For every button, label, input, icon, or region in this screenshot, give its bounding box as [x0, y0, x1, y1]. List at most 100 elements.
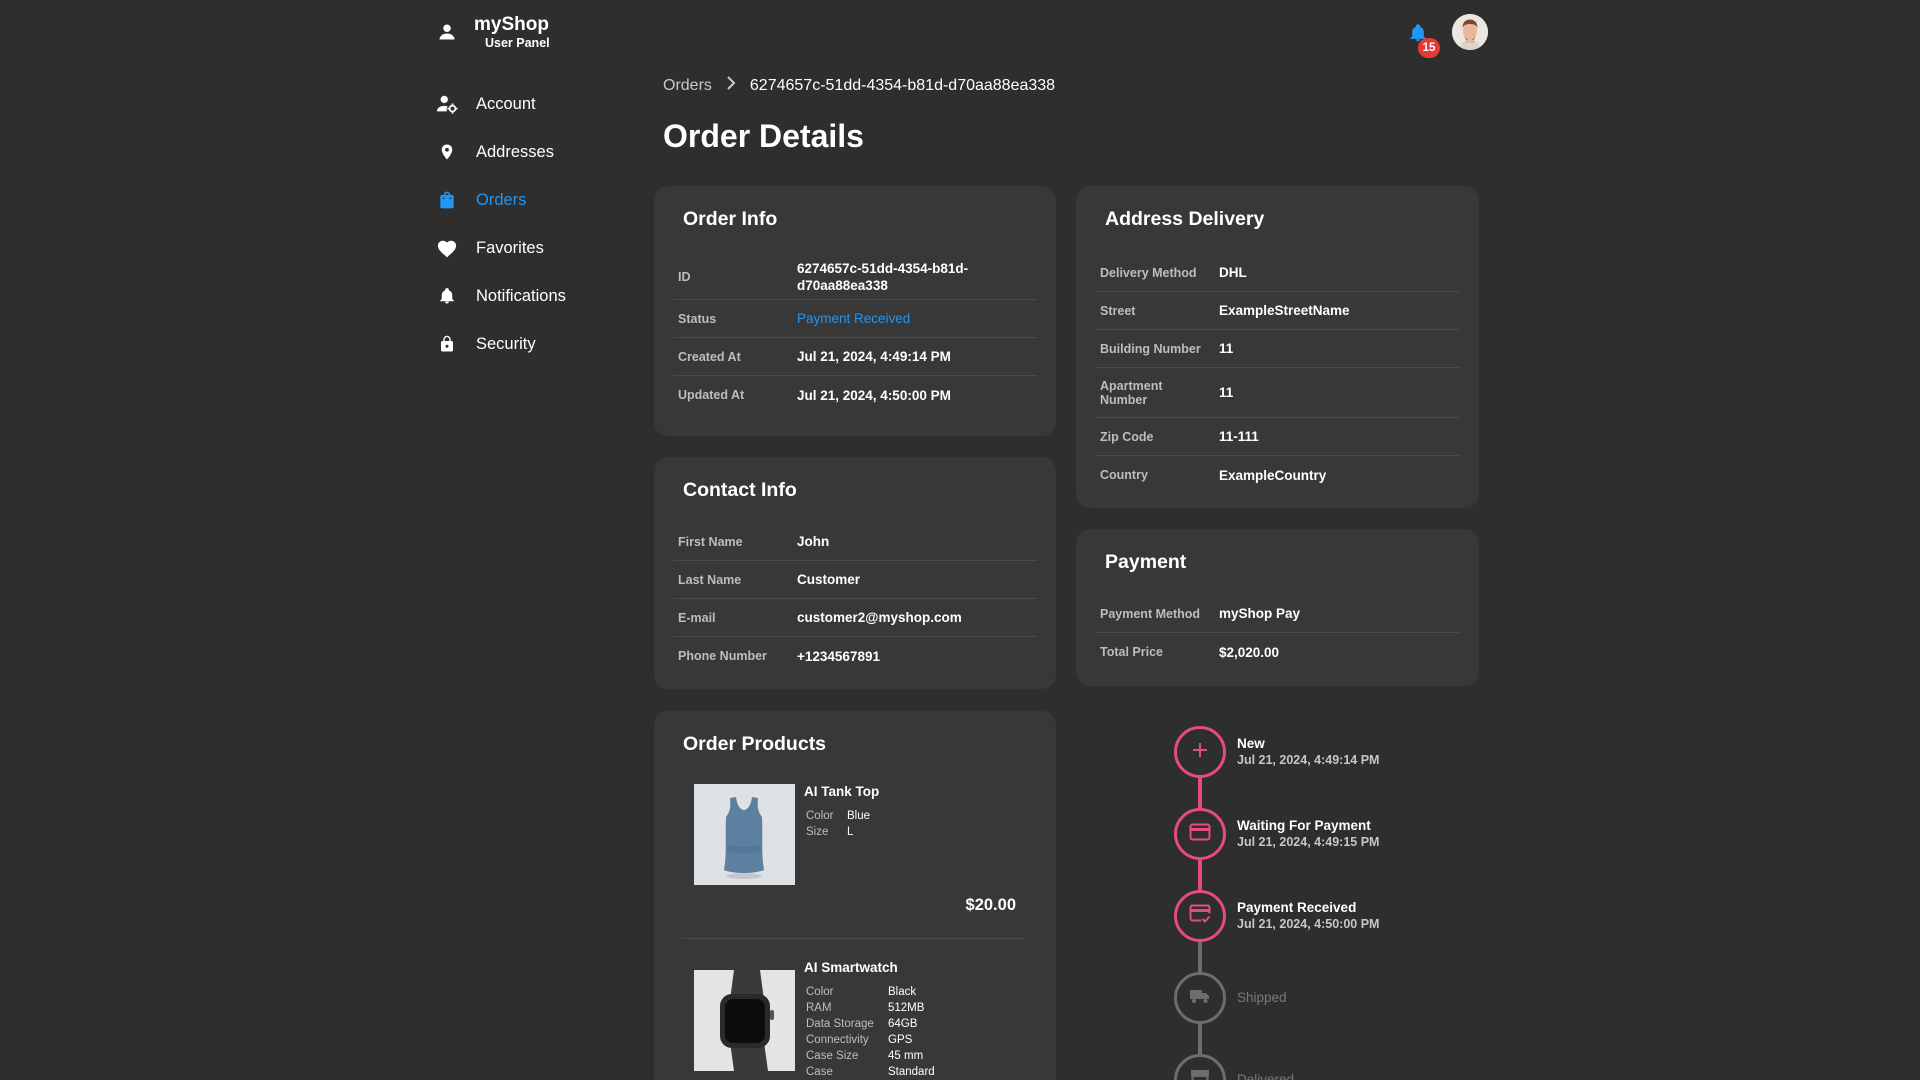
table-row: Street ExampleStreetName — [1095, 292, 1460, 330]
attribute-value: L — [847, 826, 854, 838]
phone-value: +1234567891 — [797, 648, 880, 664]
attribute-label: Size — [806, 826, 829, 838]
attribute-value: Blue — [847, 810, 871, 822]
bell-icon — [436, 285, 458, 307]
sidebar-item-favorites[interactable]: Favorites — [436, 224, 656, 272]
attribute-value: Standard — [888, 1066, 935, 1078]
apartment-number-value: 11 — [1219, 385, 1234, 400]
order-products-card: Order Products AI Tank Top Color Blue Siz… — [654, 711, 1056, 1080]
product-item[interactable]: AI Smartwatch Color Black RAM 512MB Data S… — [682, 960, 1026, 1080]
page-title: Order Details — [663, 118, 864, 154]
table-row: E-mail customer2@myshop.com — [673, 599, 1037, 637]
sidebar-item-account[interactable]: Account — [436, 80, 656, 128]
card-title: Address Delivery — [1105, 208, 1265, 230]
heart-icon — [436, 237, 458, 259]
breadcrumb: Orders 6274657c-51dd-4354-b81d-d70aa88ea… — [663, 76, 1055, 95]
brand-name: myShop — [474, 14, 549, 35]
attribute-value: 512MB — [888, 1002, 925, 1014]
timeline-step-marker — [1174, 808, 1226, 860]
timeline-connector — [1198, 1024, 1202, 1054]
field-label: Country — [1100, 468, 1148, 482]
lock-icon — [436, 333, 458, 355]
timeline-step-label: New — [1237, 736, 1265, 751]
notifications-button[interactable]: 15 — [1406, 20, 1440, 58]
field-label: Total Price — [1100, 645, 1163, 659]
timeline-step-waiting-for-payment: Waiting For Payment Jul 21, 2024, 4:49:1… — [1174, 808, 1474, 860]
table-row: Last Name Customer — [673, 561, 1037, 599]
truck-icon — [1189, 988, 1211, 1009]
field-label: Delivery Method — [1100, 265, 1197, 280]
contact-info-table: First Name John Last Name Customer E-mai… — [673, 523, 1037, 675]
product-name[interactable]: AI Tank Top — [804, 784, 879, 799]
sidebar-item-security[interactable]: Security — [436, 320, 656, 368]
product-image[interactable] — [694, 784, 795, 885]
attribute-row: Connectivity GPS — [806, 1032, 935, 1048]
timeline-step-payment-received: Payment Received Jul 21, 2024, 4:50:00 P… — [1174, 890, 1474, 942]
address-delivery-table: Delivery Method DHL Street ExampleStreet… — [1095, 254, 1460, 494]
table-row: First Name John — [673, 523, 1037, 561]
sidebar-item-label: Orders — [476, 190, 527, 209]
timeline-step-label: Delivered — [1237, 1072, 1295, 1080]
attribute-row: Size L — [806, 824, 870, 840]
divider — [682, 938, 1026, 939]
field-label: ID — [678, 269, 691, 284]
attribute-label: Case — [806, 1066, 833, 1078]
breadcrumb-orders-link[interactable]: Orders — [663, 77, 712, 95]
shopping-bag-icon — [436, 189, 458, 211]
timeline-connector — [1198, 860, 1202, 890]
attribute-value: Black — [888, 986, 917, 998]
payment-card: Payment Payment Method myShop Pay Total … — [1076, 529, 1479, 686]
attribute-label: Case Size — [806, 1050, 859, 1062]
attribute-label: RAM — [806, 1002, 832, 1014]
timeline-step-marker — [1174, 890, 1226, 942]
card-title: Contact Info — [683, 479, 797, 501]
table-row: Country ExampleCountry — [1095, 456, 1460, 494]
field-label: Created At — [678, 349, 741, 364]
country-value: ExampleCountry — [1219, 467, 1327, 483]
order-info-card: Order Info ID 6274657c-51dd-4354-b81d-d7… — [654, 186, 1056, 436]
product-price: $20.00 — [965, 896, 1016, 914]
product-item[interactable]: AI Tank Top Color Blue Size L $20.00 — [682, 784, 1026, 944]
field-label: First Name — [678, 534, 743, 549]
field-label: Street — [1100, 303, 1136, 318]
table-row: Phone Number +1234567891 — [673, 637, 1037, 675]
sidebar-item-orders[interactable]: Orders — [436, 176, 656, 224]
avatar[interactable] — [1452, 14, 1488, 50]
credit-card-icon — [1189, 823, 1211, 846]
table-row: Status Payment Received — [673, 300, 1037, 338]
attribute-value: 45 mm — [888, 1050, 924, 1062]
timeline-step-date: Jul 21, 2024, 4:49:15 PM — [1237, 835, 1380, 849]
product-name[interactable]: AI Smartwatch — [804, 960, 898, 975]
field-label: Last Name — [678, 572, 742, 587]
brand[interactable]: myShop User Panel — [436, 14, 550, 50]
attribute-row: Data Storage 64GB — [806, 1016, 935, 1032]
product-attributes: Color Blue Size L — [806, 808, 870, 840]
breadcrumb-current: 6274657c-51dd-4354-b81d-d70aa88ea338 — [749, 76, 1056, 94]
timeline-step-marker — [1174, 726, 1226, 778]
field-label: Phone Number — [678, 649, 767, 663]
timeline-step-label: Shipped — [1237, 990, 1287, 1005]
table-row: Total Price $2,020.00 — [1095, 633, 1460, 671]
timeline-step-marker — [1174, 1054, 1226, 1080]
attribute-row: Case Standard — [806, 1064, 935, 1080]
location-pin-icon — [436, 141, 458, 163]
attribute-label: Data Storage — [806, 1018, 874, 1030]
sidebar-item-notifications[interactable]: Notifications — [436, 272, 656, 320]
table-row: Zip Code 11-111 — [1095, 418, 1460, 456]
timeline-step-new: New Jul 21, 2024, 4:49:14 PM — [1174, 726, 1474, 778]
field-label: Payment Method — [1100, 606, 1201, 621]
sidebar-item-label: Security — [476, 334, 536, 353]
first-name-value: John — [797, 534, 830, 549]
attribute-row: Color Black — [806, 984, 935, 1000]
building-number-value: 11 — [1219, 341, 1234, 356]
table-row: Building Number 11 — [1095, 330, 1460, 368]
sidebar-item-addresses[interactable]: Addresses — [436, 128, 656, 176]
product-image[interactable] — [694, 970, 795, 1071]
chevron-right-icon — [726, 76, 736, 95]
last-name-value: Customer — [797, 572, 861, 587]
delivery-method-value: DHL — [1219, 265, 1247, 280]
card-title: Payment — [1105, 551, 1187, 573]
attribute-value: 64GB — [888, 1018, 918, 1030]
product-attributes: Color Black RAM 512MB Data Storage 64GB Con… — [806, 984, 935, 1080]
field-label: Status — [678, 311, 717, 326]
